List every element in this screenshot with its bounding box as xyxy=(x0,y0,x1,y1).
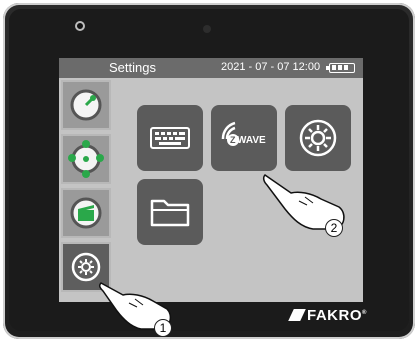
settings-gear-icon xyxy=(299,119,337,157)
light-sensor xyxy=(203,25,211,33)
status-bar: Settings 2021 - 07 - 07 12:00 xyxy=(59,58,363,78)
multi-device-icon xyxy=(68,140,104,178)
camera-icon xyxy=(75,21,85,31)
sidebar-item-scenes[interactable] xyxy=(61,188,111,238)
sidebar-item-devices[interactable] xyxy=(61,134,111,184)
valve-gauge-icon xyxy=(70,89,102,121)
keyboard-icon xyxy=(150,127,190,149)
sidebar-item-valve[interactable] xyxy=(61,80,111,130)
system-settings-tile[interactable] xyxy=(285,105,351,171)
scene-clapper-icon xyxy=(70,197,102,229)
brand-logo: FAKRO® xyxy=(288,307,367,324)
zwave-label: WAVE xyxy=(237,135,266,146)
files-tile[interactable] xyxy=(137,179,203,245)
logo-mark-icon xyxy=(288,309,306,321)
control-panel-device: Settings 2021 - 07 - 07 12:00 Z WAVE 1 2… xyxy=(3,3,415,339)
page-title: Settings xyxy=(109,60,156,75)
callout-marker: 1 xyxy=(154,319,172,337)
keyboard-tile[interactable] xyxy=(137,105,203,171)
folder-icon xyxy=(150,199,190,227)
battery-icon xyxy=(326,63,355,73)
svg-text:Z: Z xyxy=(230,135,236,145)
zwave-tile[interactable]: Z WAVE xyxy=(211,105,277,171)
brand-mark: ® xyxy=(362,310,367,316)
callout-marker: 2 xyxy=(325,219,343,237)
sidebar xyxy=(59,78,113,302)
brand-name: FAKRO xyxy=(307,307,362,324)
date-time: 2021 - 07 - 07 12:00 xyxy=(221,61,321,73)
